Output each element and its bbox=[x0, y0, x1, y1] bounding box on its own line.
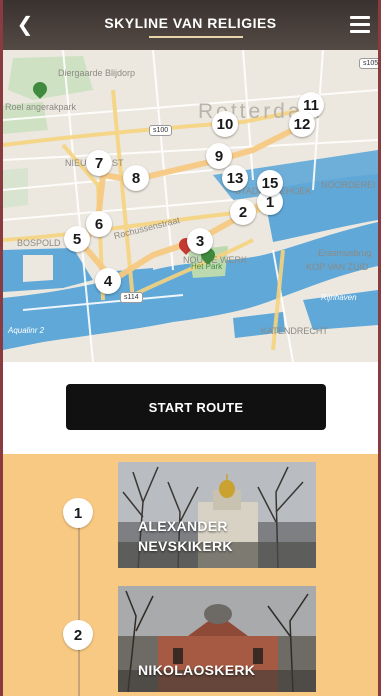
map-label: Diergaarde Blijdorp bbox=[58, 68, 136, 78]
map-marker-2[interactable]: 2 bbox=[230, 199, 256, 225]
map-marker-15[interactable]: 15 bbox=[257, 170, 283, 196]
start-route-button[interactable]: START ROUTE bbox=[66, 384, 326, 430]
top-bar: ❮ SKYLINE VAN RELIGIES bbox=[3, 0, 378, 50]
road-shield: s100 bbox=[149, 125, 173, 136]
start-section: START ROUTE bbox=[3, 362, 378, 454]
map-label: Roel angerakpark bbox=[5, 102, 77, 112]
stop-card-alexander-nevskikerk[interactable]: ALEXANDER NEVSKIKERK bbox=[118, 462, 316, 568]
hamburger-menu-icon bbox=[348, 16, 372, 33]
title-underline bbox=[149, 36, 243, 38]
map-label: Aqualinr 2 bbox=[8, 326, 45, 335]
stop-number-badge: 2 bbox=[63, 620, 93, 650]
map-marker-4[interactable]: 4 bbox=[95, 268, 121, 294]
map-label: NOORDEREI bbox=[321, 180, 376, 190]
map-marker-6[interactable]: 6 bbox=[86, 211, 112, 237]
stop-name: NIKOLAOSKERK bbox=[138, 660, 255, 680]
stop-name: ALEXANDER NEVSKIKERK bbox=[138, 516, 233, 556]
map-marker-7[interactable]: 7 bbox=[86, 150, 112, 176]
map-label: BOSPOLD bbox=[17, 238, 61, 248]
stop-card-nikolaoskerk[interactable]: NIKOLAOSKERK bbox=[118, 586, 316, 692]
map-marker-10[interactable]: 10 bbox=[212, 111, 238, 137]
map-label: Rijnhaven bbox=[321, 293, 357, 302]
stop-name-line: NIKOLAOSKERK bbox=[138, 662, 256, 678]
map-label: Erasmusbrug bbox=[318, 248, 372, 258]
stop-number-badge: 1 bbox=[63, 498, 93, 528]
map-marker-13[interactable]: 13 bbox=[222, 165, 248, 191]
map-marker-5[interactable]: 5 bbox=[64, 226, 90, 252]
page-title: SKYLINE VAN RELIGIES bbox=[104, 15, 277, 31]
map-marker-12[interactable]: 12 bbox=[289, 111, 315, 137]
stop-list: 1 ALEXANDER NEVSKIKERK 2 NIKOLAOSKERK bbox=[3, 454, 378, 696]
road-shield: s105 bbox=[359, 58, 378, 69]
timeline-line bbox=[78, 509, 80, 696]
route-map[interactable]: Diergaarde Blijdorp Roel angerakpark NIE… bbox=[3, 50, 378, 362]
road-shield: s114 bbox=[120, 292, 143, 303]
map-marker-3[interactable]: 3 bbox=[187, 228, 213, 254]
map-label: KATENDRECHT bbox=[261, 326, 328, 336]
map-label: KOP VAN ZUID bbox=[306, 262, 369, 272]
menu-button[interactable] bbox=[348, 13, 372, 35]
map-marker-8[interactable]: 8 bbox=[123, 165, 149, 191]
stop-name-line: ALEXANDER bbox=[138, 518, 228, 534]
map-marker-9[interactable]: 9 bbox=[206, 143, 232, 169]
app: ❮ SKYLINE VAN RELIGIES Diergaarde Blijdo… bbox=[3, 0, 378, 696]
stop-name-line: NEVSKIKERK bbox=[138, 538, 233, 554]
